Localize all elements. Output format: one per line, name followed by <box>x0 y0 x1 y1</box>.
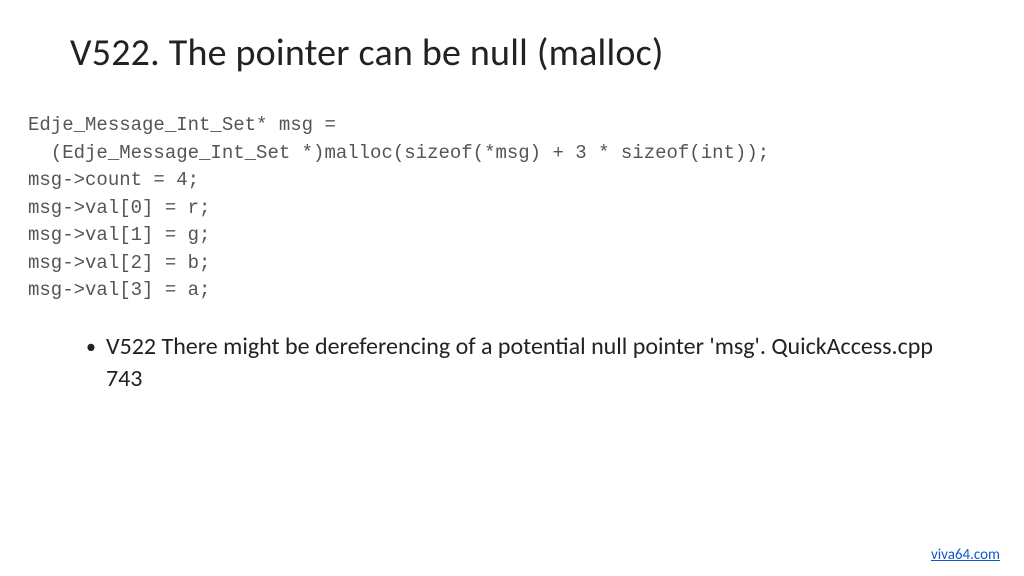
code-block: Edje_Message_Int_Set* msg = (Edje_Messag… <box>28 112 1024 305</box>
bullet-dot-icon: • <box>86 334 96 360</box>
bullet-item: • V522 There might be dereferencing of a… <box>86 331 1024 396</box>
code-line: (Edje_Message_Int_Set *)malloc(sizeof(*m… <box>28 142 769 164</box>
slide: V522. The pointer can be null (malloc) E… <box>0 0 1024 576</box>
code-line: msg->count = 4; <box>28 169 199 191</box>
code-line: msg->val[1] = g; <box>28 224 210 246</box>
bullet-text: V522 There might be dereferencing of a p… <box>106 331 936 396</box>
code-line: msg->val[0] = r; <box>28 197 210 219</box>
code-line: msg->val[3] = a; <box>28 279 210 301</box>
code-line: msg->val[2] = b; <box>28 252 210 274</box>
slide-title: V522. The pointer can be null (malloc) <box>70 30 1024 76</box>
code-line: Edje_Message_Int_Set* msg = <box>28 114 336 136</box>
footer-link[interactable]: viva64.com <box>931 546 1000 564</box>
